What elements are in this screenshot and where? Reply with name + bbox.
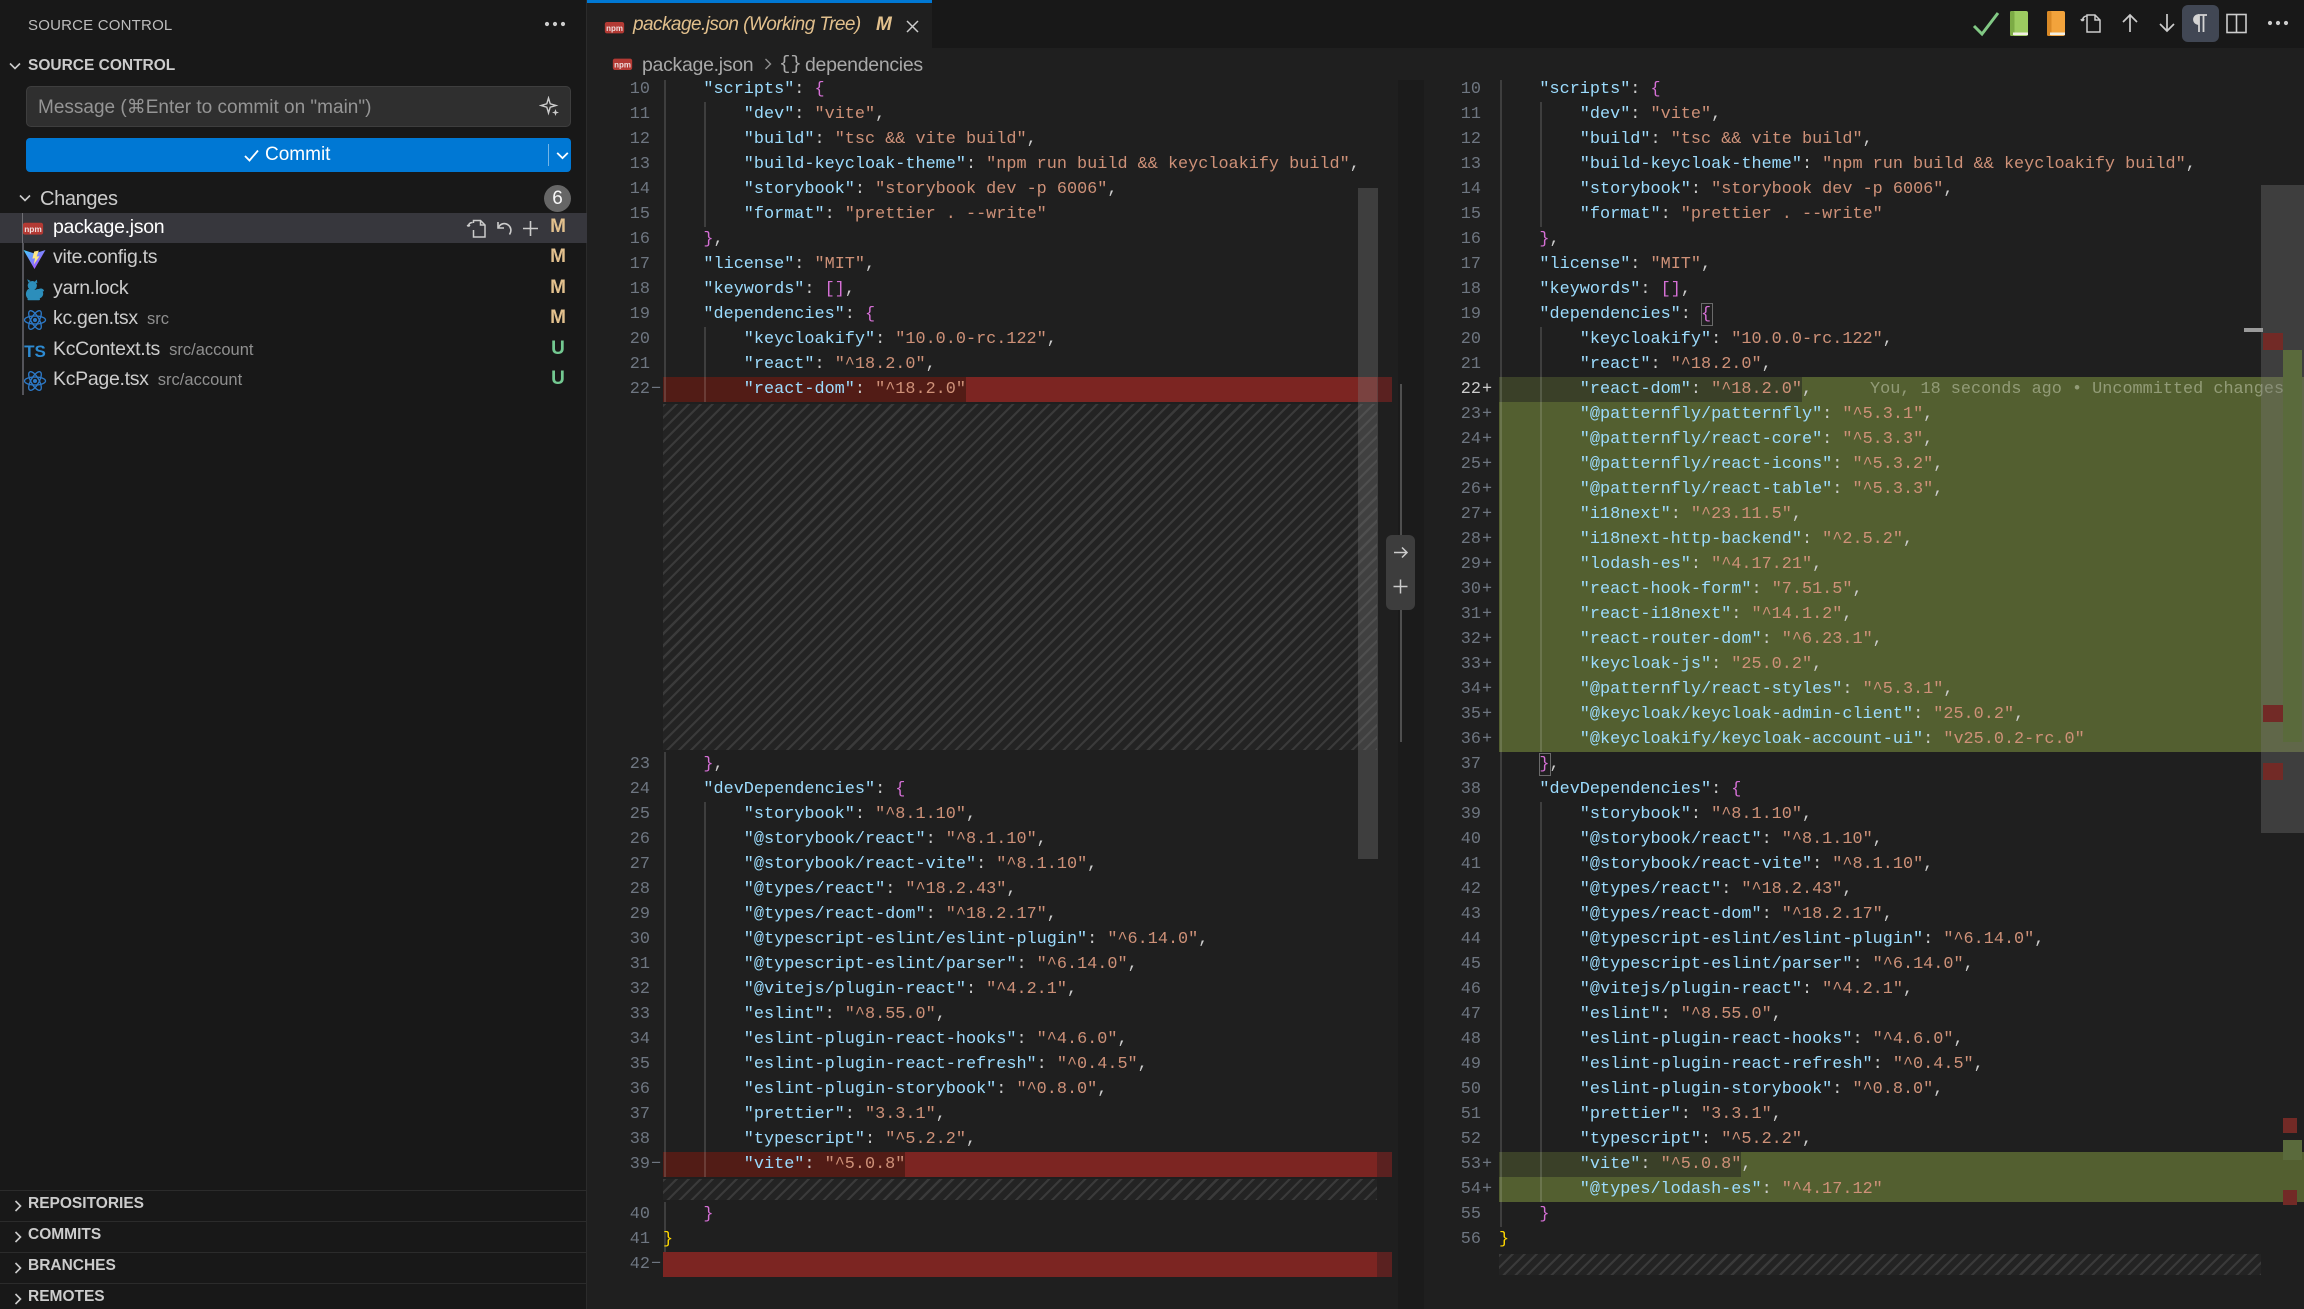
svg-text:TS: TS [24,342,46,361]
svg-text:npm: npm [614,60,631,69]
svg-text:npm: npm [24,224,42,234]
svg-text:npm: npm [606,24,623,33]
